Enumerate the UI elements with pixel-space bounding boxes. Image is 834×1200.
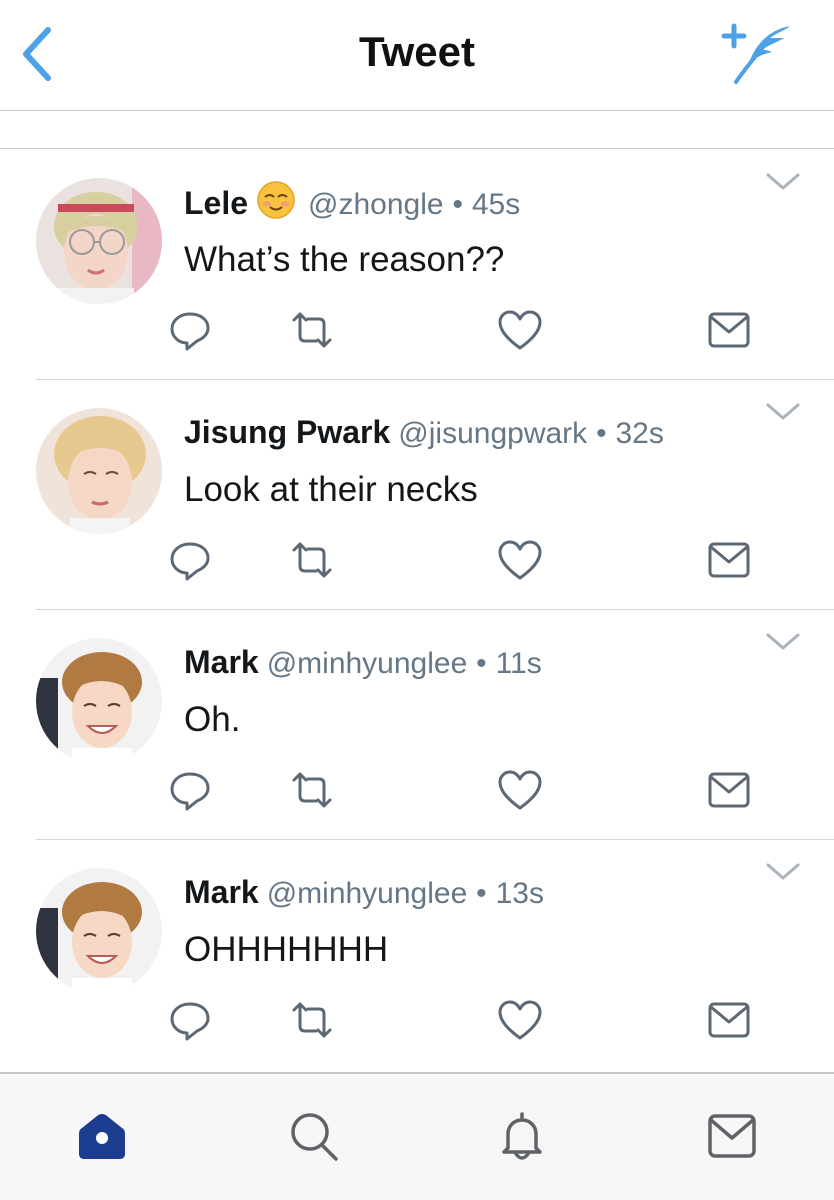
tweet-item[interactable]: Jisung Pwark @jisungpwark • 32s Look at t… [0,380,834,610]
user-handle[interactable]: @minhyunglee [267,647,468,680]
like-heart-icon[interactable] [496,538,544,582]
reply-icon[interactable] [166,308,214,352]
display-name[interactable]: Mark [184,874,259,910]
reply-icon[interactable] [166,538,214,582]
meta-separator: • [476,877,487,910]
reply-icon[interactable] [166,998,214,1042]
tabbar-divider [0,1072,834,1074]
tweet-text: What’s the reason?? [184,240,505,279]
tweet-text: Look at their necks [184,470,478,509]
tweet-text: Oh. [184,700,241,739]
like-heart-icon[interactable] [496,768,544,812]
like-heart-icon[interactable] [496,998,544,1042]
retweet-icon[interactable] [288,768,336,812]
retweet-icon[interactable] [288,308,336,352]
avatar-mark[interactable] [36,638,162,764]
display-name[interactable]: Jisung Pwark [184,414,390,450]
retweet-icon[interactable] [288,538,336,582]
tweet-item[interactable]: Mark @minhyunglee • 13s OHHHHHHH [0,840,834,1070]
home-icon[interactable] [74,1108,130,1164]
user-handle[interactable]: @zhongle [308,188,444,221]
retweet-icon[interactable] [288,998,336,1042]
tweet-text: OHHHHHHH [184,930,389,969]
tweet-item[interactable]: Lele @zhongle • 45s What’s the reason?? [0,150,834,380]
avatar-mark[interactable] [36,868,162,994]
direct-message-icon[interactable] [705,998,753,1042]
bottom-tab-bar [0,1072,834,1200]
like-heart-icon[interactable] [496,308,544,352]
direct-message-icon[interactable] [705,768,753,812]
direct-message-icon[interactable] [705,538,753,582]
meta-separator: • [476,647,487,680]
display-name[interactable]: Lele [184,185,248,221]
user-handle[interactable]: @minhyunglee [267,877,468,910]
relieved-face-emoji [256,180,296,231]
chevron-down-icon[interactable] [764,630,802,654]
meta-separator: • [452,188,463,221]
direct-message-icon[interactable] [705,308,753,352]
chevron-down-icon[interactable] [764,170,802,194]
timestamp: 32s [615,417,664,450]
section-divider [0,148,834,149]
avatar-lele[interactable] [36,178,162,304]
timestamp: 45s [471,188,521,221]
chevron-down-icon[interactable] [764,400,802,424]
meta-separator: • [596,417,607,450]
tweet-item[interactable]: Mark @minhyunglee • 11s Oh. [0,610,834,840]
chevron-down-icon[interactable] [764,860,802,884]
section-gap [0,111,834,149]
display-name[interactable]: Mark [184,644,259,680]
search-icon[interactable] [286,1108,342,1164]
user-handle[interactable]: @jisungpwark [398,417,587,450]
reply-icon[interactable] [166,768,214,812]
timestamp: 13s [495,877,544,910]
messages-envelope-icon[interactable] [704,1108,760,1164]
nav-header: Tweet [0,0,834,113]
timestamp: 11s [495,647,542,680]
compose-tweet-feather-icon[interactable] [718,20,798,84]
page-title: Tweet [359,28,475,75]
notifications-bell-icon[interactable] [494,1108,550,1164]
avatar-jisung-pwark[interactable] [36,408,162,534]
